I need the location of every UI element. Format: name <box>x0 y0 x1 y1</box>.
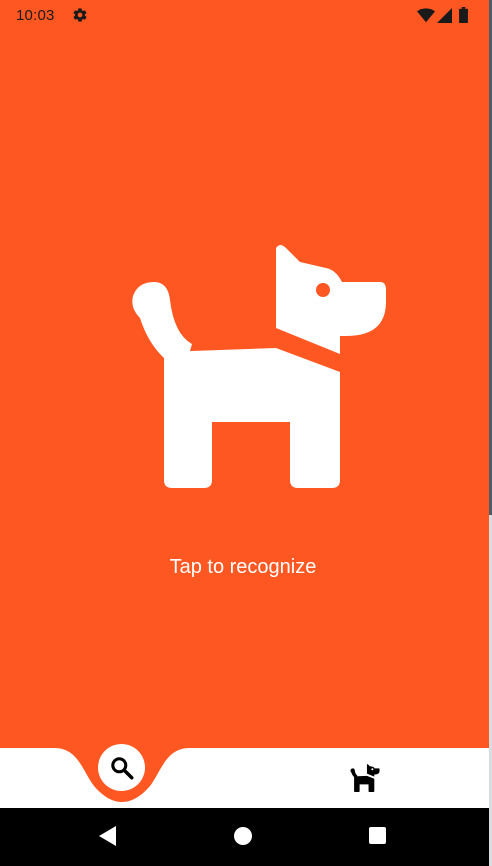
status-time: 10:03 <box>16 7 55 24</box>
tap-to-recognize-label: Tap to recognize <box>169 556 317 578</box>
back-button[interactable] <box>98 825 118 847</box>
dog-icon <box>132 245 386 488</box>
dog-nav-button[interactable] <box>349 764 381 792</box>
status-bar: 10:03 <box>0 0 489 32</box>
settings-icon <box>73 8 87 22</box>
bottom-nav-background <box>0 748 489 808</box>
home-button[interactable] <box>234 827 252 845</box>
system-navigation-bar <box>0 808 489 866</box>
app-screen: 10:03 Tap to recognize <box>0 0 489 866</box>
recognize-area[interactable]: Tap to recognize <box>0 32 489 748</box>
signal-icon <box>437 8 452 23</box>
wifi-icon <box>417 8 435 23</box>
search-nav-button[interactable] <box>98 744 145 791</box>
dog-icon <box>350 764 380 792</box>
recents-button[interactable] <box>369 827 386 844</box>
bottom-navigation <box>0 700 489 808</box>
battery-icon <box>459 7 468 23</box>
search-icon <box>110 756 133 779</box>
